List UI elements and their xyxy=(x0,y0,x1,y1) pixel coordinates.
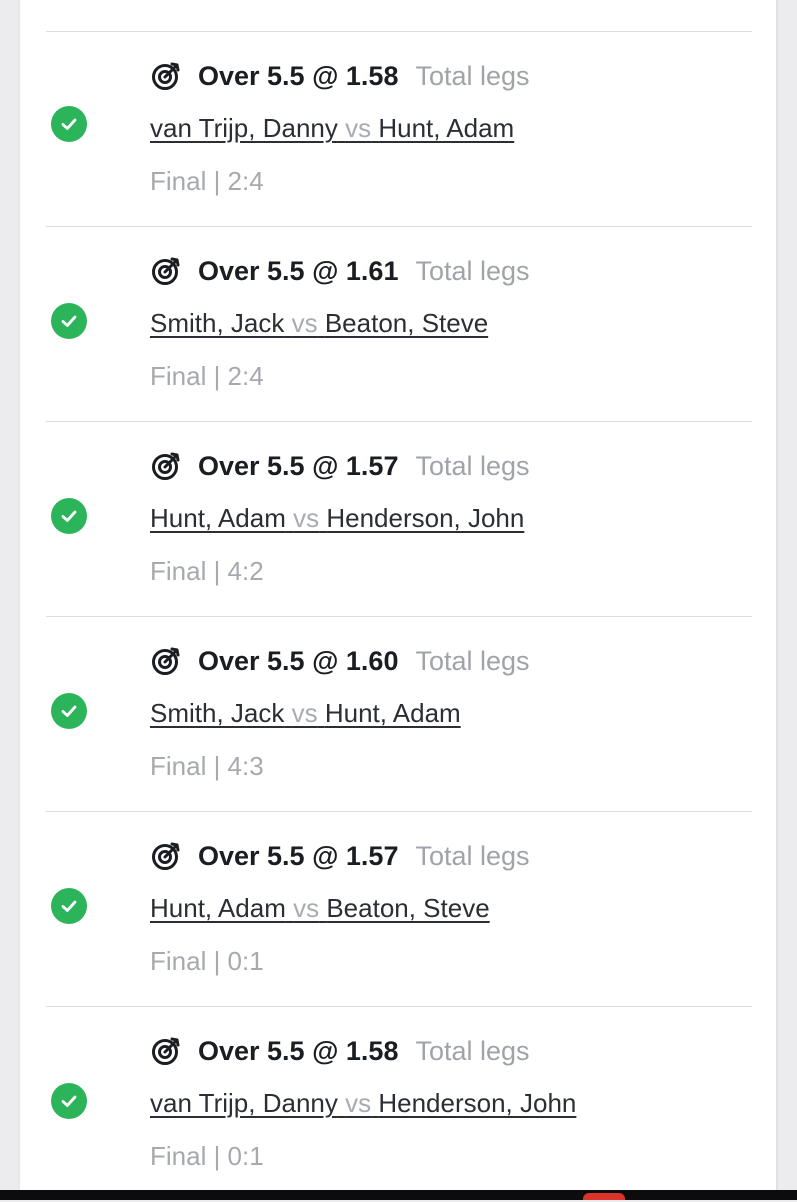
player-home-link[interactable]: Hunt, Adam xyxy=(150,503,286,533)
check-circle-icon xyxy=(51,1083,87,1119)
match-status: Final | 4:2 xyxy=(150,556,264,586)
market-label: Over 5.5 @ 1.60 xyxy=(198,645,399,676)
market-type: Total legs xyxy=(415,60,530,91)
player-away-link[interactable]: Henderson, John xyxy=(378,1088,576,1118)
bet-leg: Over 5.5 @ 1.58 Total legs van Trijp, Da… xyxy=(46,32,752,227)
player-home-link[interactable]: Smith, Jack xyxy=(150,308,284,338)
market-type: Total legs xyxy=(415,255,530,286)
bottom-bar-accent xyxy=(583,1193,625,1200)
match-status: Final | 0:1 xyxy=(150,946,264,976)
player-home-link[interactable]: Smith, Jack xyxy=(150,698,284,728)
bet-leg: Over 5.5 @ 1.60 Total legs Smith, Jack v… xyxy=(46,617,752,812)
player-away-link[interactable]: Hunt, Adam xyxy=(325,698,461,728)
vs-label: vs xyxy=(293,893,320,923)
vs-label: vs xyxy=(345,113,372,143)
player-away-link[interactable]: Henderson, John xyxy=(326,503,524,533)
target-icon xyxy=(152,1037,180,1065)
market-label: Over 5.5 @ 1.58 xyxy=(198,60,399,91)
market-label: Over 5.5 @ 1.58 xyxy=(198,1035,399,1066)
target-icon xyxy=(152,842,180,870)
market-type: Total legs xyxy=(415,1035,530,1066)
match-status: Final | 2:4 xyxy=(150,361,264,391)
target-icon xyxy=(152,452,180,480)
bottom-bar xyxy=(0,1190,797,1200)
market-type: Total legs xyxy=(415,840,530,871)
market-label: Over 5.5 @ 1.61 xyxy=(198,255,399,286)
card-border-right xyxy=(776,0,778,1190)
player-away-link[interactable]: Beaton, Steve xyxy=(326,893,489,923)
vs-label: vs xyxy=(345,1088,372,1118)
check-circle-icon xyxy=(51,498,87,534)
market-label: Over 5.5 @ 1.57 xyxy=(198,840,399,871)
bet-leg: Over 5.5 @ 1.57 Total legs Hunt, Adam vs… xyxy=(46,422,752,617)
bet-leg: Over 5.5 @ 1.61 Total legs Smith, Jack v… xyxy=(46,227,752,422)
check-circle-icon xyxy=(51,106,87,142)
vs-label: vs xyxy=(291,698,318,728)
match-status: Final | 4:3 xyxy=(150,751,264,781)
market-label: Over 5.5 @ 1.57 xyxy=(198,450,399,481)
vs-label: vs xyxy=(293,503,320,533)
market-type: Total legs xyxy=(415,645,530,676)
check-circle-icon xyxy=(51,693,87,729)
player-away-link[interactable]: Hunt, Adam xyxy=(378,113,514,143)
player-home-link[interactable]: Hunt, Adam xyxy=(150,893,286,923)
match-status: Final | 0:1 xyxy=(150,1141,264,1171)
bet-leg: Over 5.5 @ 1.57 Total legs Hunt, Adam vs… xyxy=(46,812,752,1007)
market-type: Total legs xyxy=(415,450,530,481)
vs-label: vs xyxy=(291,308,318,338)
check-circle-icon xyxy=(51,888,87,924)
player-home-link[interactable]: van Trijp, Danny xyxy=(150,1088,338,1118)
bet-leg: Over 5.5 @ 1.58 Total legs van Trijp, Da… xyxy=(46,1007,752,1202)
player-home-link[interactable]: van Trijp, Danny xyxy=(150,113,338,143)
check-circle-icon xyxy=(51,303,87,339)
target-icon xyxy=(152,257,180,285)
target-icon xyxy=(152,62,180,90)
target-icon xyxy=(152,647,180,675)
match-status: Final | 2:4 xyxy=(150,166,264,196)
player-away-link[interactable]: Beaton, Steve xyxy=(325,308,488,338)
